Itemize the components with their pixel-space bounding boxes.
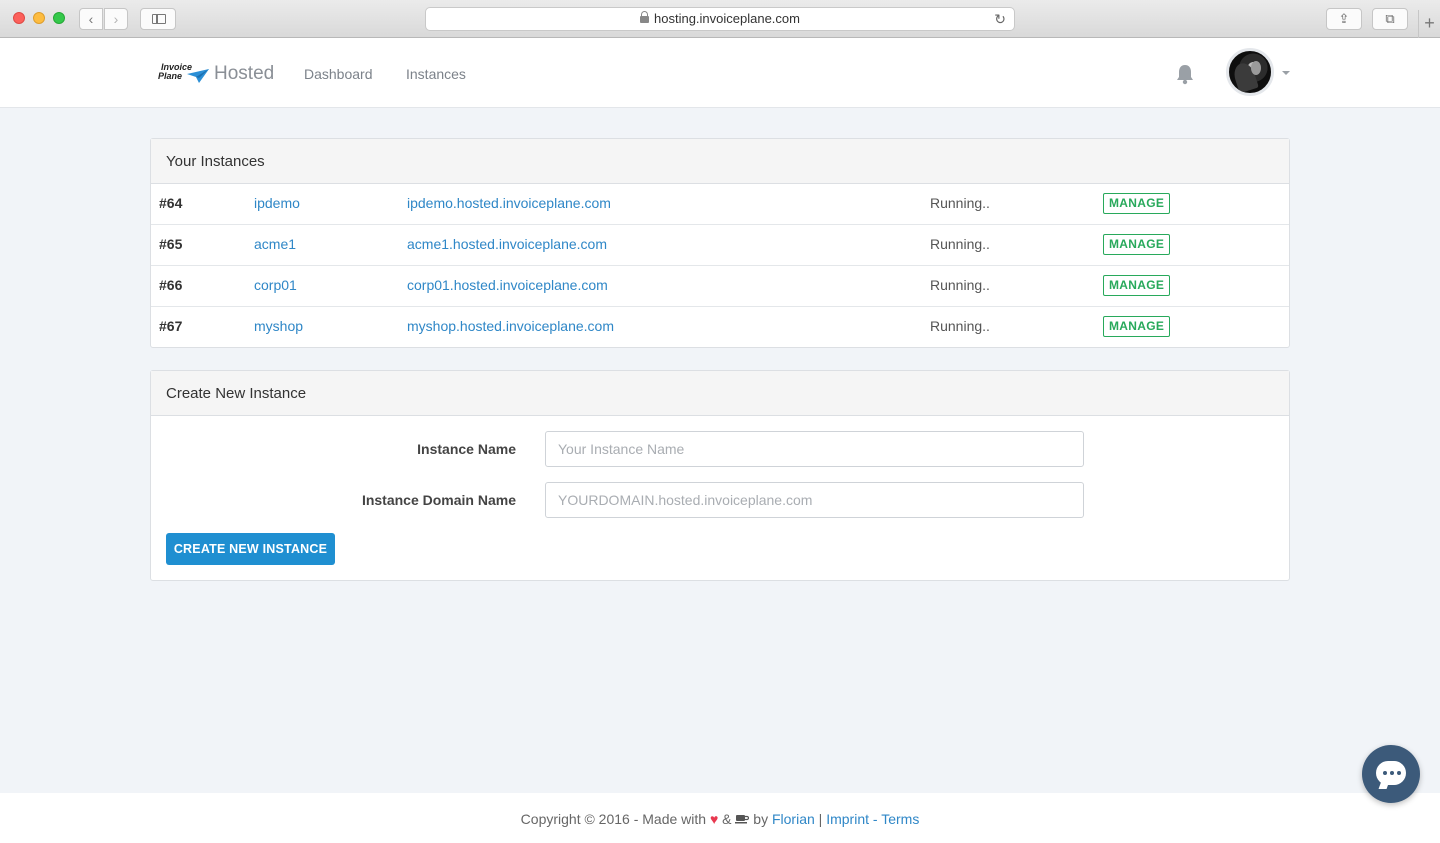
address-bar[interactable]: hosting.invoiceplane.com ↻ xyxy=(425,7,1015,31)
create-instance-panel: Create New Instance Instance Name Instan… xyxy=(150,370,1290,581)
manage-button[interactable]: MANAGE xyxy=(1103,234,1171,255)
instance-id: #64 xyxy=(159,195,183,211)
terms-link[interactable]: Terms xyxy=(881,811,919,827)
logo-text-line2: Plane xyxy=(158,71,183,81)
back-button[interactable]: ‹ xyxy=(79,8,103,30)
share-button[interactable]: ⇪ xyxy=(1326,8,1362,30)
nav-dashboard[interactable]: Dashboard xyxy=(304,66,373,82)
instance-domain-label: Instance Domain Name xyxy=(361,492,516,508)
invoiceplane-logo[interactable]: Invoice Plane xyxy=(158,63,210,85)
url-text: hosting.invoiceplane.com xyxy=(654,11,800,26)
caret-down-icon[interactable] xyxy=(1282,71,1290,75)
instance-domain-link[interactable]: acme1.hosted.invoiceplane.com xyxy=(407,236,607,252)
author-link[interactable]: Florian xyxy=(772,811,815,827)
instance-domain-input[interactable] xyxy=(545,482,1084,518)
close-window-button[interactable] xyxy=(13,12,25,24)
copyright-text: Copyright © 2016 - Made with xyxy=(520,811,707,827)
instance-status: Running.. xyxy=(930,318,990,334)
manage-button[interactable]: MANAGE xyxy=(1103,316,1171,337)
tab-overview-button[interactable]: ⧉ xyxy=(1372,8,1408,30)
zoom-window-button[interactable] xyxy=(53,12,65,24)
instance-name-link[interactable]: corp01 xyxy=(254,277,297,293)
instance-domain-link[interactable]: myshop.hosted.invoiceplane.com xyxy=(407,318,614,334)
bell-icon[interactable] xyxy=(1174,63,1196,85)
instance-status: Running.. xyxy=(930,195,990,211)
chat-widget-button[interactable] xyxy=(1362,745,1420,803)
nav-instances[interactable]: Instances xyxy=(406,66,466,82)
instance-id: #67 xyxy=(159,318,183,334)
share-icon: ⇪ xyxy=(1338,11,1350,26)
manage-button[interactable]: MANAGE xyxy=(1103,275,1171,296)
table-row: #67 myshop myshop.hosted.invoiceplane.co… xyxy=(151,307,1289,348)
instance-status: Running.. xyxy=(930,277,990,293)
by-text: by xyxy=(753,811,769,827)
user-avatar[interactable] xyxy=(1226,48,1274,96)
sidebar-icon xyxy=(152,14,166,24)
chat-dots-icon xyxy=(1383,771,1404,775)
minimize-window-button[interactable] xyxy=(33,12,45,24)
instance-name-label: Instance Name xyxy=(417,441,516,457)
instance-name-link[interactable]: acme1 xyxy=(254,236,296,252)
coffee-cup-icon xyxy=(735,815,750,824)
instance-id: #66 xyxy=(159,277,183,293)
paper-plane-icon xyxy=(187,69,209,83)
instances-table: #64 ipdemo ipdemo.hosted.invoiceplane.co… xyxy=(151,184,1289,348)
instance-name-link[interactable]: ipdemo xyxy=(254,195,300,211)
browser-toolbar: ‹ › hosting.invoiceplane.com ↻ ⇪ ⧉ + xyxy=(0,0,1440,38)
tabs-icon: ⧉ xyxy=(1385,11,1395,26)
lock-icon xyxy=(640,11,649,23)
manage-button[interactable]: MANAGE xyxy=(1103,193,1171,214)
sidebar-toggle-button[interactable] xyxy=(140,8,176,30)
footer-dash: - xyxy=(872,811,878,827)
app-navbar: Invoice Plane Hosted Dashboard Instances xyxy=(0,38,1440,108)
create-instance-button[interactable]: CREATE NEW INSTANCE xyxy=(166,533,335,565)
table-row: #65 acme1 acme1.hosted.invoiceplane.com … xyxy=(151,225,1289,266)
forward-button[interactable]: › xyxy=(104,8,128,30)
brand-hosted[interactable]: Hosted xyxy=(214,63,274,85)
imprint-link[interactable]: Imprint xyxy=(826,811,869,827)
instances-panel: Your Instances #64 ipdemo ipdemo.hosted.… xyxy=(150,138,1290,348)
footer-separator: | xyxy=(818,811,823,827)
instance-id: #65 xyxy=(159,236,183,252)
instance-domain-link[interactable]: ipdemo.hosted.invoiceplane.com xyxy=(407,195,611,211)
plus-icon: + xyxy=(1424,13,1435,33)
page-footer: Copyright © 2016 - Made with ♥ & by Flor… xyxy=(0,793,1440,843)
new-tab-button[interactable]: + xyxy=(1418,10,1440,38)
instance-status: Running.. xyxy=(930,236,990,252)
table-row: #66 corp01 corp01.hosted.invoiceplane.co… xyxy=(151,266,1289,307)
table-row: #64 ipdemo ipdemo.hosted.invoiceplane.co… xyxy=(151,184,1289,225)
chevron-left-icon: ‹ xyxy=(88,11,94,27)
reload-icon[interactable]: ↻ xyxy=(994,8,1006,30)
create-panel-title: Create New Instance xyxy=(151,371,1289,416)
chevron-right-icon: › xyxy=(113,11,119,27)
instances-panel-title: Your Instances xyxy=(151,139,1289,184)
heart-icon: ♥ xyxy=(709,811,719,827)
ampersand: & xyxy=(722,811,732,827)
instance-domain-link[interactable]: corp01.hosted.invoiceplane.com xyxy=(407,277,608,293)
instance-name-input[interactable] xyxy=(545,431,1084,467)
instance-name-link[interactable]: myshop xyxy=(254,318,303,334)
